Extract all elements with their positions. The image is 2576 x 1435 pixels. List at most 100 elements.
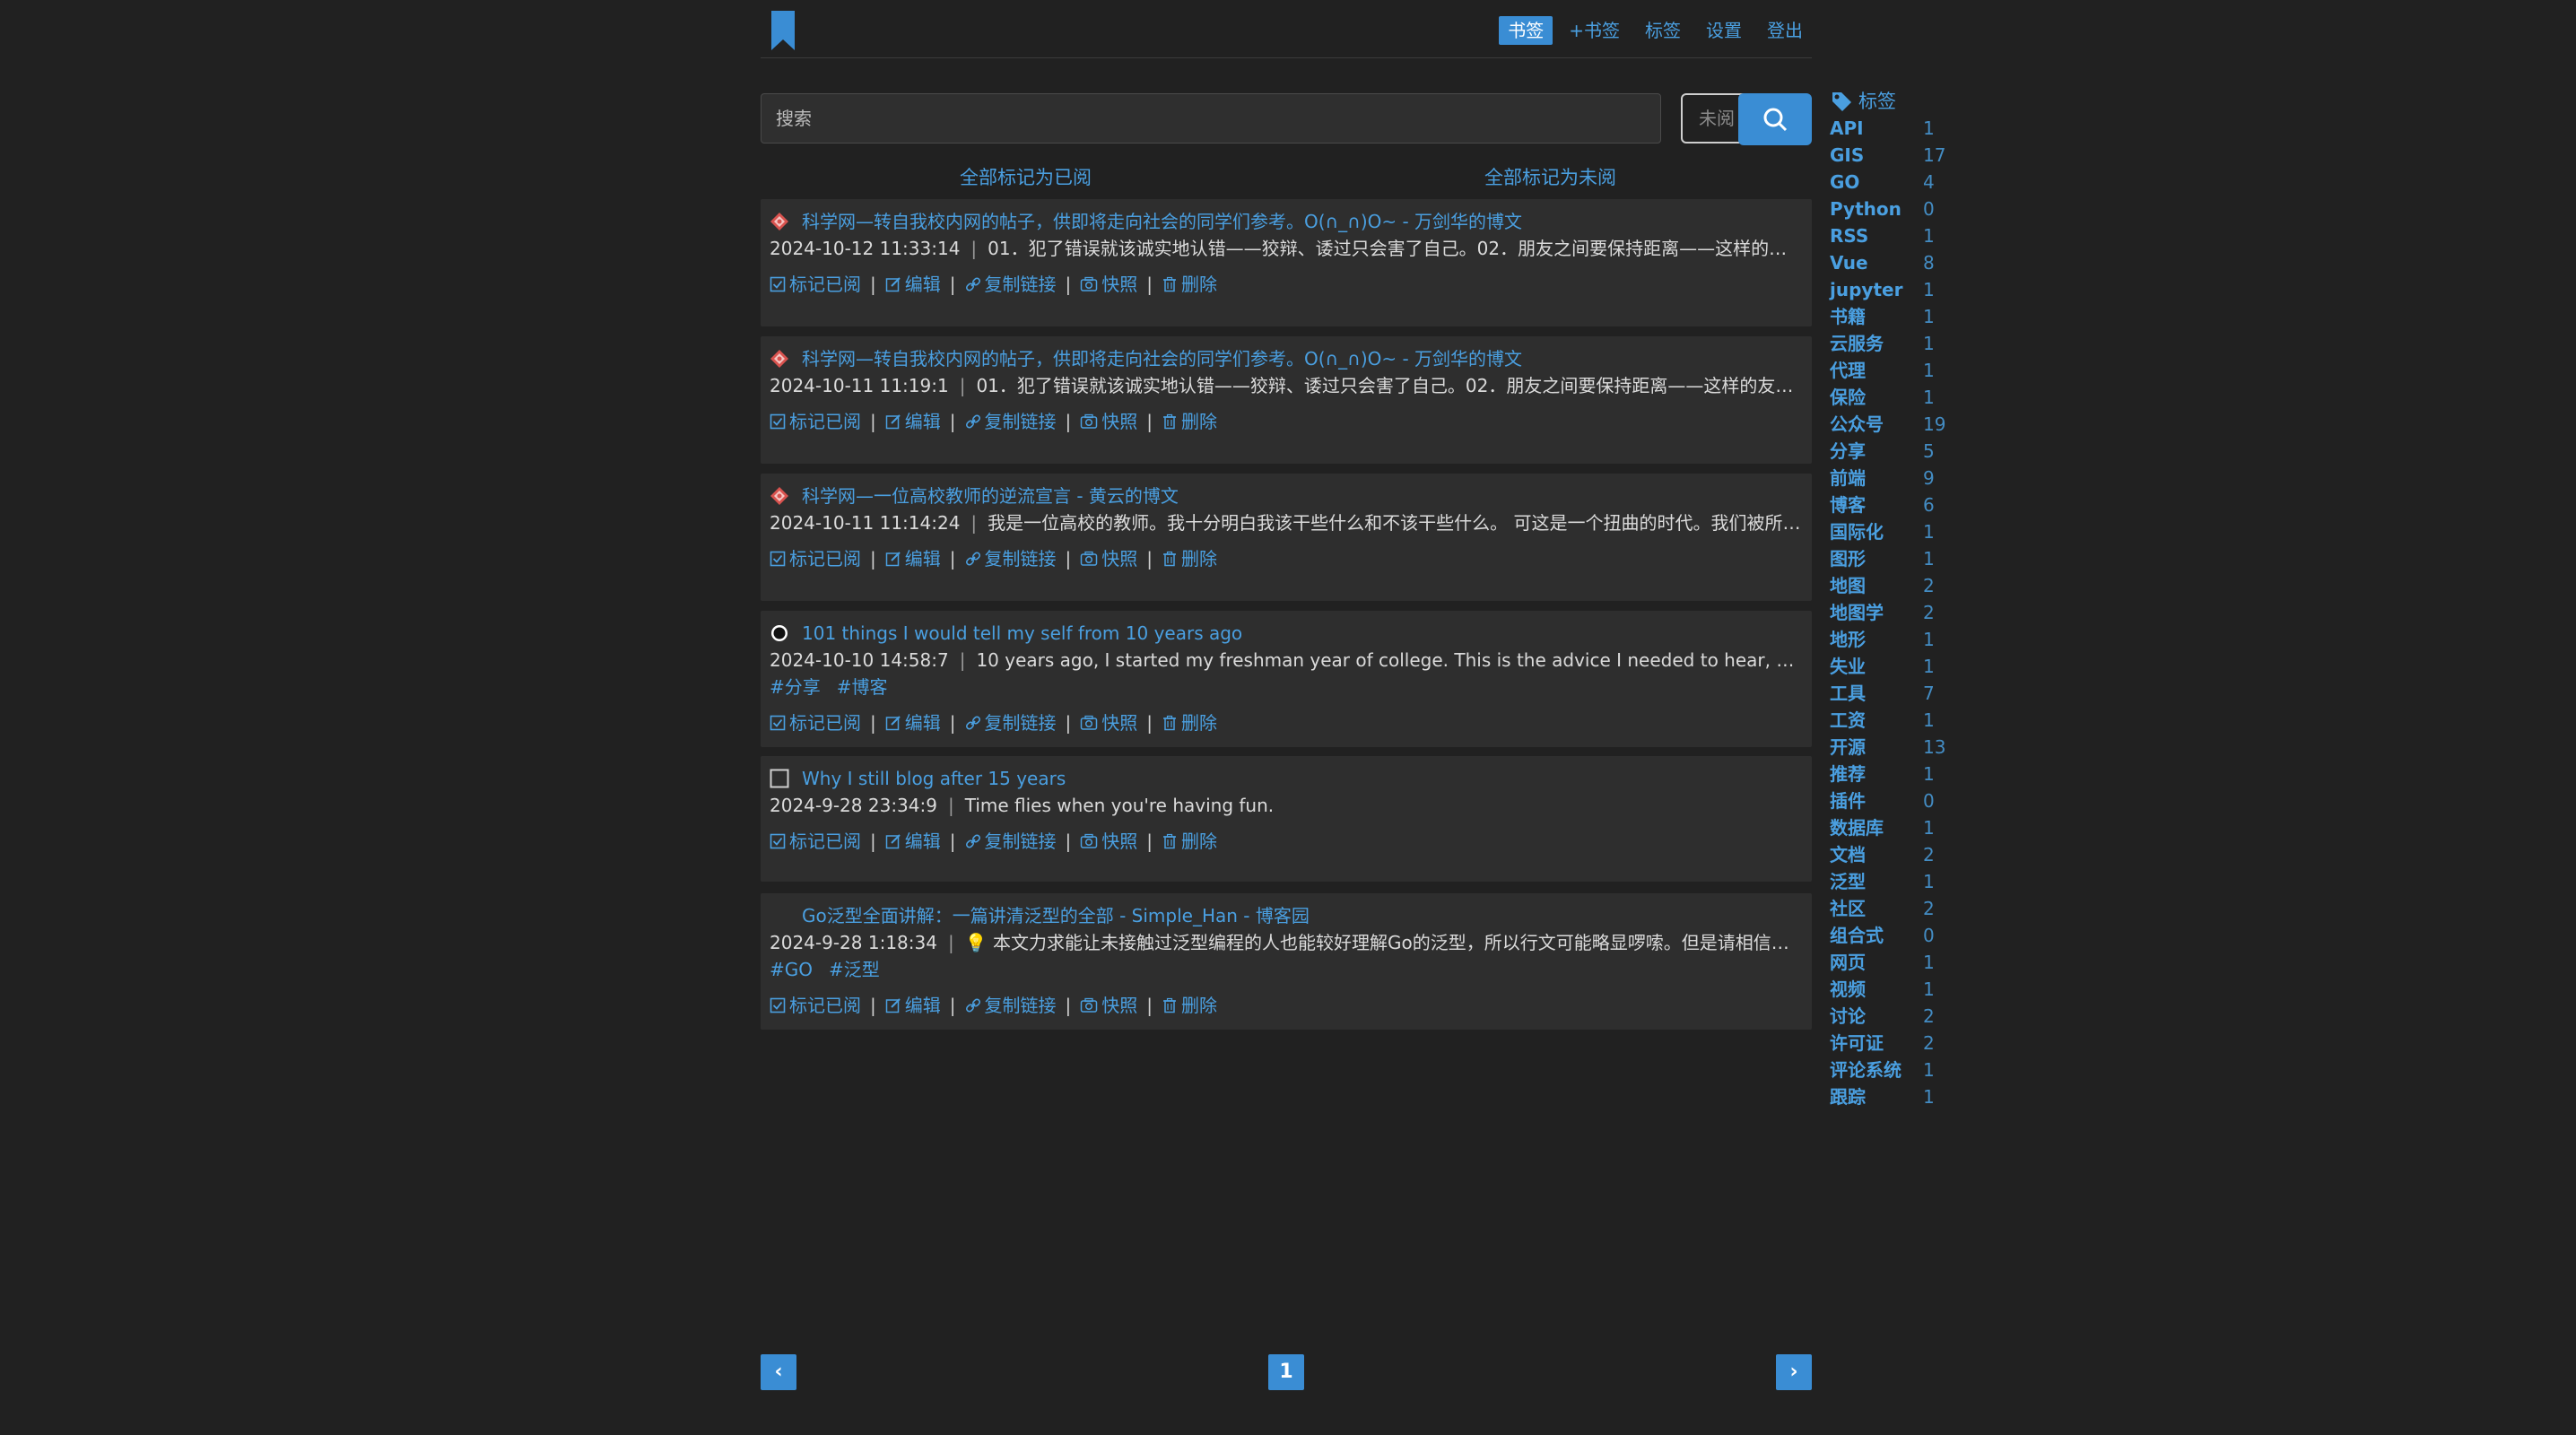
sidebar-tag-item[interactable]: 图形 1: [1830, 545, 1955, 572]
sidebar-tag-item[interactable]: 插件 0: [1830, 787, 1955, 814]
delete-button[interactable]: 删除: [1162, 992, 1217, 1019]
copy-link-button-label: 复制链接: [984, 274, 1057, 295]
bookmark-tag[interactable]: #分享: [770, 676, 821, 698]
copy-link-button[interactable]: 复制链接: [965, 992, 1057, 1019]
sidebar-tag-item[interactable]: 博客 6: [1830, 491, 1955, 518]
delete-button[interactable]: 删除: [1162, 271, 1217, 298]
nav-add-bookmark[interactable]: +书签: [1560, 16, 1629, 45]
mark-all-unread-link[interactable]: 全部标记为未阅: [1484, 163, 1616, 190]
sidebar-tag-item[interactable]: 讨论 2: [1830, 1003, 1955, 1030]
sidebar-tag-item[interactable]: 组合式 0: [1830, 922, 1955, 949]
sidebar-tag-item[interactable]: 数据库 1: [1830, 814, 1955, 841]
bookmark-logo-icon[interactable]: [770, 9, 796, 52]
sidebar-tag-item[interactable]: 网页 1: [1830, 949, 1955, 976]
mark-all-read-link[interactable]: 全部标记为已阅: [960, 163, 1092, 190]
sidebar-tag-item[interactable]: 代理 1: [1830, 357, 1955, 384]
bookmark-card: 科学网—转自我校内网的帖子，供即将走向社会的同学们参考。O(∩_∩)O~ - 万…: [761, 199, 1812, 326]
nav-bookmarks[interactable]: 书签: [1499, 16, 1553, 45]
sidebar-tag-item[interactable]: 地图 2: [1830, 572, 1955, 599]
copy-link-button[interactable]: 复制链接: [965, 828, 1057, 855]
link-icon: [965, 834, 980, 848]
bookmark-tag[interactable]: #泛型: [829, 959, 880, 980]
copy-link-button[interactable]: 复制链接: [965, 545, 1057, 572]
snapshot-button[interactable]: 快照: [1080, 408, 1137, 435]
sidebar-tag-item[interactable]: 视频 1: [1830, 976, 1955, 1003]
delete-button[interactable]: 删除: [1162, 709, 1217, 736]
sidebar-tag-item[interactable]: Python 0: [1830, 196, 1955, 222]
page-1-button[interactable]: 1: [1268, 1354, 1304, 1390]
bookmark-title-link[interactable]: 科学网—转自我校内网的帖子，供即将走向社会的同学们参考。O(∩_∩)O~ - 万…: [770, 345, 1803, 372]
sidebar-tag-item[interactable]: 失业 1: [1830, 653, 1955, 680]
mark-read-button[interactable]: 标记已阅: [770, 828, 861, 855]
mark-read-button[interactable]: 标记已阅: [770, 992, 861, 1019]
nav-settings[interactable]: 设置: [1697, 16, 1751, 45]
camera-icon: [1081, 997, 1098, 1013]
edit-button[interactable]: 编辑: [885, 408, 941, 435]
sidebar-tag-item[interactable]: 评论系统 1: [1830, 1057, 1955, 1083]
snapshot-button[interactable]: 快照: [1080, 271, 1137, 298]
snapshot-button[interactable]: 快照: [1080, 545, 1137, 572]
sidebar-tag-item[interactable]: 跟踪 1: [1830, 1083, 1955, 1110]
sidebar-tag-name: 许可证: [1830, 1032, 1884, 1054]
bookmark-title-link[interactable]: 101 things I would tell my self from 10 …: [770, 620, 1803, 647]
bookmark-title-link[interactable]: 科学网—一位高校教师的逆流宣言 - 黄云的博文: [770, 483, 1803, 509]
edit-button[interactable]: 编辑: [885, 545, 941, 572]
sidebar-tag-item[interactable]: 保险 1: [1830, 384, 1955, 411]
sidebar-tag-item[interactable]: jupyter 1: [1830, 276, 1955, 303]
next-page-button[interactable]: ›: [1776, 1354, 1812, 1390]
mark-read-button[interactable]: 标记已阅: [770, 709, 861, 736]
delete-button[interactable]: 删除: [1162, 545, 1217, 572]
edit-button[interactable]: 编辑: [885, 271, 941, 298]
copy-link-button[interactable]: 复制链接: [965, 709, 1057, 736]
mark-read-button[interactable]: 标记已阅: [770, 545, 861, 572]
bookmark-title-link[interactable]: 科学网—转自我校内网的帖子，供即将走向社会的同学们参考。O(∩_∩)O~ - 万…: [770, 208, 1803, 235]
edit-button[interactable]: 编辑: [885, 828, 941, 855]
sidebar-tag-item[interactable]: 公众号 19: [1830, 411, 1955, 438]
edit-button[interactable]: 编辑: [885, 709, 941, 736]
sidebar-tag-item[interactable]: Vue 8: [1830, 249, 1955, 276]
bookmark-title-link[interactable]: Why I still blog after 15 years: [770, 765, 1803, 792]
sidebar-tag-item[interactable]: 地形 1: [1830, 626, 1955, 653]
sidebar-tag-count: 1: [1923, 548, 1935, 570]
bookmark-title-link[interactable]: Go泛型全面讲解：一篇讲清泛型的全部 - Simple_Han - 博客园: [770, 902, 1803, 929]
snapshot-button[interactable]: 快照: [1080, 709, 1137, 736]
search-button[interactable]: [1738, 93, 1812, 145]
sidebar-tag-item[interactable]: GIS 17: [1830, 142, 1955, 169]
sidebar-tag-item[interactable]: GO 4: [1830, 169, 1955, 196]
nav-logout[interactable]: 登出: [1758, 16, 1812, 45]
sidebar-tag-item[interactable]: 国际化 1: [1830, 518, 1955, 545]
sidebar-tag-name: 社区: [1830, 898, 1866, 919]
mark-read-button[interactable]: 标记已阅: [770, 271, 861, 298]
sidebar-tag-item[interactable]: 分享 5: [1830, 438, 1955, 465]
sidebar-tag-item[interactable]: 前端 9: [1830, 465, 1955, 491]
sidebar-tag-item[interactable]: 社区 2: [1830, 895, 1955, 922]
sidebar-tag-item[interactable]: RSS 1: [1830, 222, 1955, 249]
bookmark-tag[interactable]: #GO: [770, 959, 813, 980]
delete-button[interactable]: 删除: [1162, 828, 1217, 855]
sidebar-tag-item[interactable]: 文档 2: [1830, 841, 1955, 868]
bookmark-tag[interactable]: #博客: [837, 676, 888, 698]
sidebar-tag-item[interactable]: 工具 7: [1830, 680, 1955, 707]
search-input[interactable]: 搜索: [761, 93, 1661, 144]
sidebar-tag-item[interactable]: 许可证 2: [1830, 1030, 1955, 1057]
snapshot-button[interactable]: 快照: [1080, 828, 1137, 855]
bookmark-date: 2024-10-12 11:33:14: [770, 238, 961, 259]
meta-separator: |: [959, 649, 966, 671]
sidebar-tag-item[interactable]: 泛型 1: [1830, 868, 1955, 895]
sidebar-tag-item[interactable]: API 1: [1830, 115, 1955, 142]
edit-button[interactable]: 编辑: [885, 992, 941, 1019]
delete-button[interactable]: 删除: [1162, 408, 1217, 435]
sidebar-tag-item[interactable]: 开源 13: [1830, 734, 1955, 761]
mark-read-button[interactable]: 标记已阅: [770, 408, 861, 435]
sidebar-tag-item[interactable]: 推荐 1: [1830, 761, 1955, 787]
copy-link-button[interactable]: 复制链接: [965, 271, 1057, 298]
sidebar-tag-item[interactable]: 云服务 1: [1830, 330, 1955, 357]
snapshot-button[interactable]: 快照: [1080, 992, 1137, 1019]
copy-link-button[interactable]: 复制链接: [965, 408, 1057, 435]
sidebar-tag-item[interactable]: 地图学 2: [1830, 599, 1955, 626]
nav-tags[interactable]: 标签: [1636, 16, 1690, 45]
sidebar-tag-item[interactable]: 书籍 1: [1830, 303, 1955, 330]
tag-sidebar-title: 标签: [1858, 91, 1896, 112]
sidebar-tag-item[interactable]: 工资 1: [1830, 707, 1955, 734]
prev-page-button[interactable]: ‹: [761, 1354, 796, 1390]
